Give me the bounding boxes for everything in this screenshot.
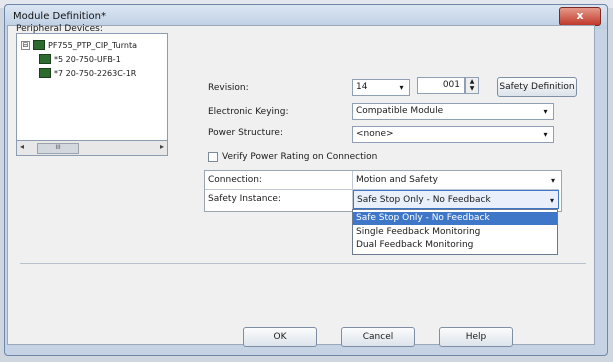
spin-up-icon[interactable]: ▲ — [466, 78, 478, 85]
electronic-keying-select[interactable]: Compatible Module ▾ — [352, 103, 554, 120]
electronic-keying-value: Compatible Module — [356, 106, 444, 116]
drive-icon — [33, 40, 45, 50]
safety-instance-dropdown-list[interactable]: Safe Stop Only - No Feedback Single Feed… — [352, 209, 558, 255]
peripheral-devices-tree[interactable]: ⊟ PF755_PTP_CIP_Turnta *5 20-750-UFB-1 *… — [16, 33, 168, 141]
dropdown-arrow-icon[interactable]: ▾ — [551, 171, 555, 190]
dropdown-arrow-icon[interactable]: ▾ — [540, 106, 551, 117]
connection-label: Connection: — [205, 171, 353, 190]
spin-down-icon[interactable]: ▼ — [466, 85, 478, 92]
tree-node-device[interactable]: *7 20-750-2263C-1R — [39, 68, 136, 78]
revision-minor-spinner[interactable]: ▲ ▼ — [465, 77, 479, 94]
revision-minor-input[interactable]: 001 — [417, 77, 465, 94]
tree-node-label: *7 20-750-2263C-1R — [54, 68, 137, 78]
revision-label: Revision: — [208, 83, 249, 93]
connection-select[interactable]: Motion and Safety ▾ — [353, 171, 559, 190]
dropdown-option-dual-feedback[interactable]: Dual Feedback Monitoring — [353, 239, 557, 252]
power-structure-label: Power Structure: — [208, 128, 283, 138]
scroll-right-icon[interactable]: ▸ — [160, 142, 164, 151]
safety-instance-value: Safe Stop Only - No Feedback — [357, 195, 491, 205]
tree-node-label: PF755_PTP_CIP_Turnta — [48, 40, 137, 50]
verify-power-rating-checkbox[interactable] — [208, 152, 218, 162]
footer-separator — [20, 263, 586, 264]
collapse-icon[interactable]: ⊟ — [21, 40, 30, 50]
module-icon — [39, 68, 51, 78]
dropdown-arrow-icon[interactable]: ▾ — [550, 191, 554, 210]
safety-instance-label: Safety Instance: — [205, 190, 353, 209]
power-structure-value: <none> — [356, 129, 394, 139]
tree-node-label: *5 20-750-UFB-1 — [54, 54, 121, 64]
dropdown-arrow-icon[interactable]: ▾ — [396, 82, 407, 93]
tree-node-root[interactable]: ⊟ PF755_PTP_CIP_Turnta — [21, 40, 137, 50]
verify-power-rating-label: Verify Power Rating on Connection — [222, 152, 378, 162]
power-structure-select[interactable]: <none> ▾ — [352, 126, 554, 143]
scroll-thumb[interactable]: III — [37, 143, 79, 154]
safety-instance-select[interactable]: Safe Stop Only - No Feedback ▾ — [353, 190, 559, 209]
cancel-button[interactable]: Cancel — [341, 327, 415, 347]
scroll-left-icon[interactable]: ◂ — [20, 142, 24, 151]
safety-definition-button[interactable]: Safety Definition — [497, 77, 577, 97]
close-icon: x — [576, 9, 584, 22]
connection-value: Motion and Safety — [356, 175, 438, 185]
dialog-title: Module Definition* — [13, 11, 106, 22]
dropdown-arrow-icon[interactable]: ▾ — [540, 129, 551, 140]
tree-node-device[interactable]: *5 20-750-UFB-1 — [39, 54, 121, 64]
module-icon — [39, 54, 51, 64]
revision-minor-value: 001 — [442, 80, 460, 90]
help-button[interactable]: Help — [439, 327, 513, 347]
tree-horizontal-scrollbar[interactable]: ◂ III ▸ — [16, 140, 168, 156]
revision-major-select[interactable]: 14 ▾ — [352, 79, 410, 96]
revision-major-value: 14 — [356, 82, 368, 92]
ok-button[interactable]: OK — [243, 327, 317, 347]
connection-properties-grid: Connection: Motion and Safety ▾ Safety I… — [204, 170, 562, 212]
dropdown-option-safe-stop[interactable]: Safe Stop Only - No Feedback — [353, 212, 557, 225]
electronic-keying-label: Electronic Keying: — [208, 107, 289, 117]
close-button[interactable]: x — [559, 7, 601, 26]
dropdown-option-single-feedback[interactable]: Single Feedback Monitoring — [353, 226, 557, 239]
